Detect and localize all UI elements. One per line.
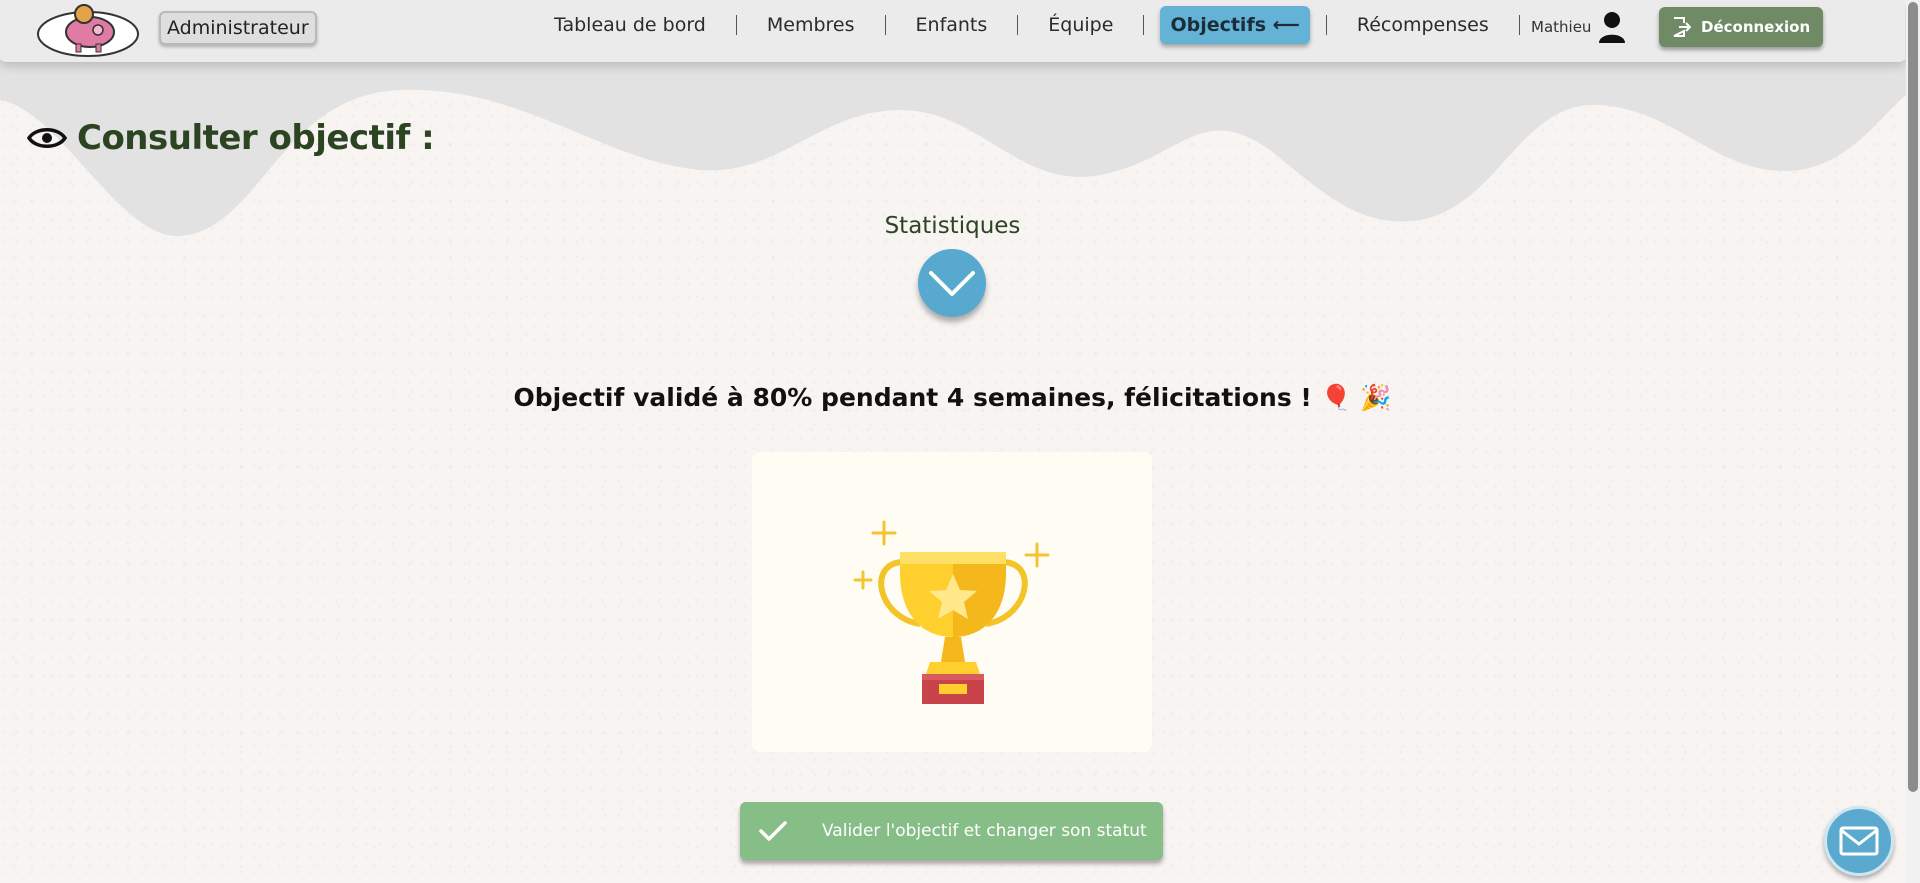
nav-item-enfants[interactable]: Enfants (902, 6, 1002, 44)
user-icon (1599, 12, 1626, 43)
logout-icon (1673, 17, 1691, 37)
logout-label: Déconnexion (1701, 18, 1811, 36)
trophy-card (752, 452, 1152, 752)
app-logo[interactable] (34, 0, 142, 58)
page-title-text: Consulter objectif : (77, 118, 435, 158)
nav-separator (1518, 15, 1520, 35)
nav-item-objectifs[interactable]: Objectifs ⟵ (1160, 6, 1310, 44)
eye-icon (27, 128, 67, 148)
page-title: Consulter objectif : (27, 118, 435, 158)
nav-item-equipe[interactable]: Équipe (1034, 6, 1127, 44)
user-menu[interactable]: Mathieu (1531, 8, 1627, 46)
chevron-down-icon (929, 271, 975, 296)
statistics-toggle-button[interactable] (918, 249, 986, 317)
validate-objective-button[interactable]: Valider l'objectif et changer son statut (740, 802, 1163, 860)
nav-item-membres[interactable]: Membres (753, 6, 869, 44)
page-scrollbar[interactable] (1906, 0, 1920, 883)
nav-separator (884, 15, 886, 35)
top-navbar: Administrateur Tableau de bord Membres E… (0, 0, 1905, 62)
statistics-label: Statistiques (884, 213, 1021, 239)
piggy-bank-logo-icon (37, 4, 139, 57)
main-nav: Tableau de bord Membres Enfants Équipe O… (540, 0, 1536, 50)
nav-separator (1143, 15, 1145, 35)
checkmark-icon (759, 821, 787, 841)
nav-separator (1017, 15, 1019, 35)
nav-separator (1325, 15, 1327, 35)
trophy-icon (853, 520, 1050, 704)
contact-mail-button[interactable] (1824, 806, 1894, 876)
nav-item-tableau-de-bord[interactable]: Tableau de bord (540, 6, 720, 44)
role-badge: Administrateur (159, 11, 317, 45)
nav-separator (735, 15, 737, 35)
scrollbar-thumb[interactable] (1908, 2, 1918, 792)
mail-icon (1839, 826, 1879, 856)
nav-item-recompenses[interactable]: Récompenses (1343, 6, 1503, 44)
user-name: Mathieu (1531, 18, 1592, 36)
validate-objective-label: Valider l'objectif et changer son statut (822, 821, 1147, 841)
congratulations-message: Objectif validé à 80% pendant 4 semaines… (513, 383, 1392, 412)
logout-button[interactable]: Déconnexion (1659, 7, 1823, 47)
